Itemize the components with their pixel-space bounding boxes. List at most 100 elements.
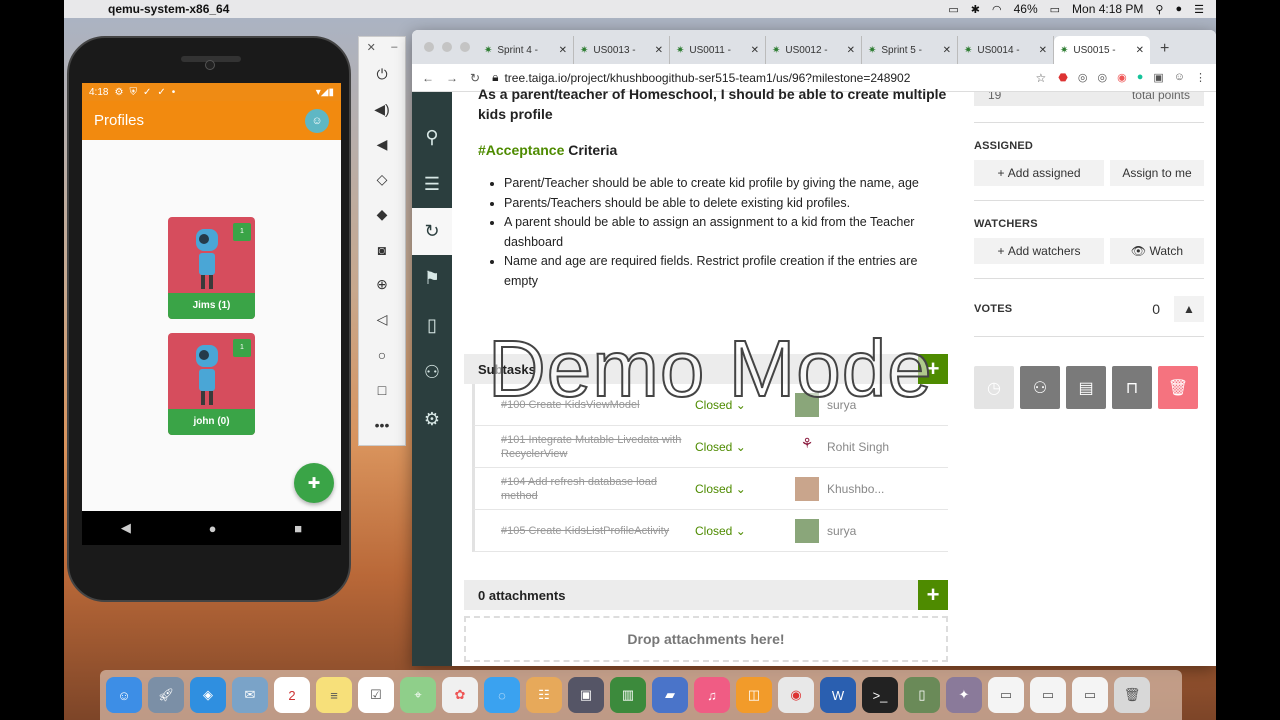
close-window-button[interactable] — [424, 42, 434, 52]
close-tab-icon[interactable]: ✕ — [847, 45, 855, 56]
maximize-window-button[interactable] — [460, 42, 470, 52]
close-tab-icon[interactable]: ✕ — [943, 45, 951, 56]
browser-tab-active[interactable]: ✷ US0015 - ✕ — [1054, 36, 1150, 64]
preview-icon[interactable]: ▣ — [568, 677, 604, 713]
volume-down-icon[interactable]: ◀ — [358, 127, 406, 162]
assignee-name[interactable]: Rohit Singh — [827, 440, 889, 454]
keynote-icon[interactable]: ▰ — [652, 677, 688, 713]
browser-tab[interactable]: ✷ US0011 - ✕ — [670, 36, 766, 64]
attachments-dropzone[interactable]: Drop attachments here! — [464, 616, 948, 662]
reload-icon[interactable]: ↻ — [470, 71, 480, 85]
subtask-row[interactable]: #101 Integrate Mutable Livedata with Rec… — [472, 426, 948, 468]
overview-icon[interactable]: □ — [358, 372, 406, 407]
notes-icon[interactable]: ≡ — [316, 677, 352, 713]
menubar-clock[interactable]: Mon 4:18 PM — [1072, 2, 1143, 16]
battery-icon[interactable]: ▭ — [1050, 3, 1060, 16]
siri-icon[interactable]: ● — [1175, 3, 1182, 15]
profile-avatar-icon[interactable]: ☺ — [1174, 71, 1185, 84]
add-assigned-button[interactable]: + Add assigned — [974, 160, 1104, 186]
assignee-name[interactable]: surya — [827, 524, 856, 538]
android-emulator-icon[interactable]: ▯ — [904, 677, 940, 713]
books-icon[interactable]: ◫ — [736, 677, 772, 713]
subtask-title[interactable]: #101 Integrate Mutable Livedata with Rec… — [475, 433, 695, 461]
mail-icon[interactable]: ✉ — [232, 677, 268, 713]
user-avatar-icon[interactable]: ☺ — [305, 108, 329, 133]
wifi-icon[interactable]: ◠ — [992, 3, 1002, 16]
acceptance-tag[interactable]: #Acceptance — [478, 142, 564, 158]
extension-icon[interactable]: ▣ — [1153, 71, 1163, 84]
android-studio-icon[interactable]: ✦ — [946, 677, 982, 713]
subtask-status[interactable]: Closed ⌄ — [695, 482, 795, 496]
kid-profile-card[interactable]: 1 Jims (1) — [168, 217, 255, 319]
menubar-app-name[interactable]: qemu-system-x86_64 — [108, 2, 229, 16]
subtask-status[interactable]: Closed ⌄ — [695, 440, 795, 454]
points-row[interactable]: 19 total points — [974, 92, 1204, 106]
camera-icon[interactable]: ◙ — [358, 232, 406, 267]
rotate-right-icon[interactable]: ◆ — [358, 197, 406, 232]
numbers-icon[interactable]: ▥ — [610, 677, 646, 713]
close-tab-icon[interactable]: ✕ — [751, 45, 759, 56]
launchpad-icon[interactable]: 🚀︎ — [148, 677, 184, 713]
browser-tab[interactable]: ✷ US0014 - ✕ — [958, 36, 1054, 64]
home-nav-icon[interactable]: ● — [209, 521, 217, 536]
grammarly-icon[interactable]: ● — [1137, 71, 1144, 84]
search-icon[interactable]: ⚲ — [412, 114, 452, 161]
kid-profile-card[interactable]: 1 john (0) — [168, 333, 255, 435]
extension-icon[interactable]: ◎ — [1097, 71, 1107, 84]
rotate-left-icon[interactable]: ◇ — [358, 162, 406, 197]
terminal-icon[interactable]: >_ — [862, 677, 898, 713]
home-icon[interactable]: ○ — [358, 337, 406, 372]
display-icon[interactable]: ▭ — [948, 3, 958, 16]
contacts-icon[interactable]: ☷ — [526, 677, 562, 713]
clipboard-icon[interactable]: ▤ — [1066, 366, 1106, 409]
messages-icon[interactable]: ◌ — [484, 677, 520, 713]
browser-tab[interactable]: ✷ Sprint 5 - ✕ — [862, 36, 958, 64]
close-tab-icon[interactable]: ✕ — [1136, 45, 1144, 56]
bluetooth-icon[interactable]: ✱ — [971, 3, 980, 16]
browser-tab[interactable]: ✷ US0012 - ✕ — [766, 36, 862, 64]
settings-icon[interactable]: ⚙ — [412, 396, 452, 443]
subtask-status[interactable]: Closed ⌄ — [695, 524, 795, 538]
close-tab-icon[interactable]: ✕ — [1039, 45, 1047, 56]
assign-to-me-button[interactable]: Assign to me — [1110, 160, 1204, 186]
extension-icon[interactable]: ◎ — [1078, 71, 1088, 84]
safari-icon[interactable]: ◈ — [190, 677, 226, 713]
new-tab-button[interactable]: + — [1150, 40, 1179, 64]
minimized-window-icon[interactable]: ▭ — [988, 677, 1024, 713]
watch-button[interactable]: 👁︎ Watch — [1110, 238, 1204, 264]
back-icon[interactable]: ◁ — [358, 302, 406, 337]
backlog-icon[interactable]: ☰ — [412, 161, 452, 208]
lock-icon[interactable]: ⊓ — [1112, 366, 1152, 409]
url-field[interactable]: 🔒︎ tree.taiga.io/project/khushboogithub-… — [492, 70, 1023, 85]
issues-icon[interactable]: ⚑ — [412, 255, 452, 302]
subtask-row[interactable]: #105 Create KidsListProfileActivity Clos… — [472, 510, 948, 552]
back-arrow-icon[interactable]: ← — [422, 71, 434, 85]
back-nav-icon[interactable]: ◀ — [121, 520, 131, 536]
subtask-title[interactable]: #104 Add refresh database load method — [475, 475, 695, 503]
calendar-icon[interactable]: 2 — [274, 677, 310, 713]
close-tab-icon[interactable]: ✕ — [559, 45, 567, 56]
wiki-icon[interactable]: ▯ — [412, 302, 452, 349]
more-icon[interactable]: ••• — [358, 407, 406, 442]
assignee-name[interactable]: Khushbo... — [827, 482, 884, 496]
minimize-window-button[interactable] — [442, 42, 452, 52]
photos-icon[interactable]: ✿ — [442, 677, 478, 713]
power-icon[interactable]: ⏻ — [358, 57, 406, 92]
zoom-icon[interactable]: ⊕ — [358, 267, 406, 302]
spotlight-search-icon[interactable]: ⚲ — [1155, 3, 1163, 16]
sprint-icon[interactable]: ↻ — [412, 208, 452, 255]
assign-user-icon[interactable]: ⚇ — [1020, 366, 1060, 409]
add-attachment-button[interactable]: + — [918, 580, 948, 610]
subtask-row[interactable]: #104 Add refresh database load method Cl… — [472, 468, 948, 510]
trash-icon[interactable]: 🗑︎ — [1114, 677, 1150, 713]
close-tab-icon[interactable]: ✕ — [655, 45, 663, 56]
adblock-icon[interactable]: ⬣ — [1058, 71, 1068, 84]
forward-arrow-icon[interactable]: → — [446, 71, 458, 85]
itunes-icon[interactable]: ♫ — [694, 677, 730, 713]
upvote-button[interactable]: ▲ — [1174, 296, 1204, 322]
close-icon[interactable]: ✕ — [367, 41, 376, 54]
chrome-icon[interactable]: ◉ — [778, 677, 814, 713]
volume-up-icon[interactable]: ◀) — [358, 92, 406, 127]
reminders-icon[interactable]: ☑ — [358, 677, 394, 713]
recents-nav-icon[interactable]: ■ — [294, 521, 302, 536]
